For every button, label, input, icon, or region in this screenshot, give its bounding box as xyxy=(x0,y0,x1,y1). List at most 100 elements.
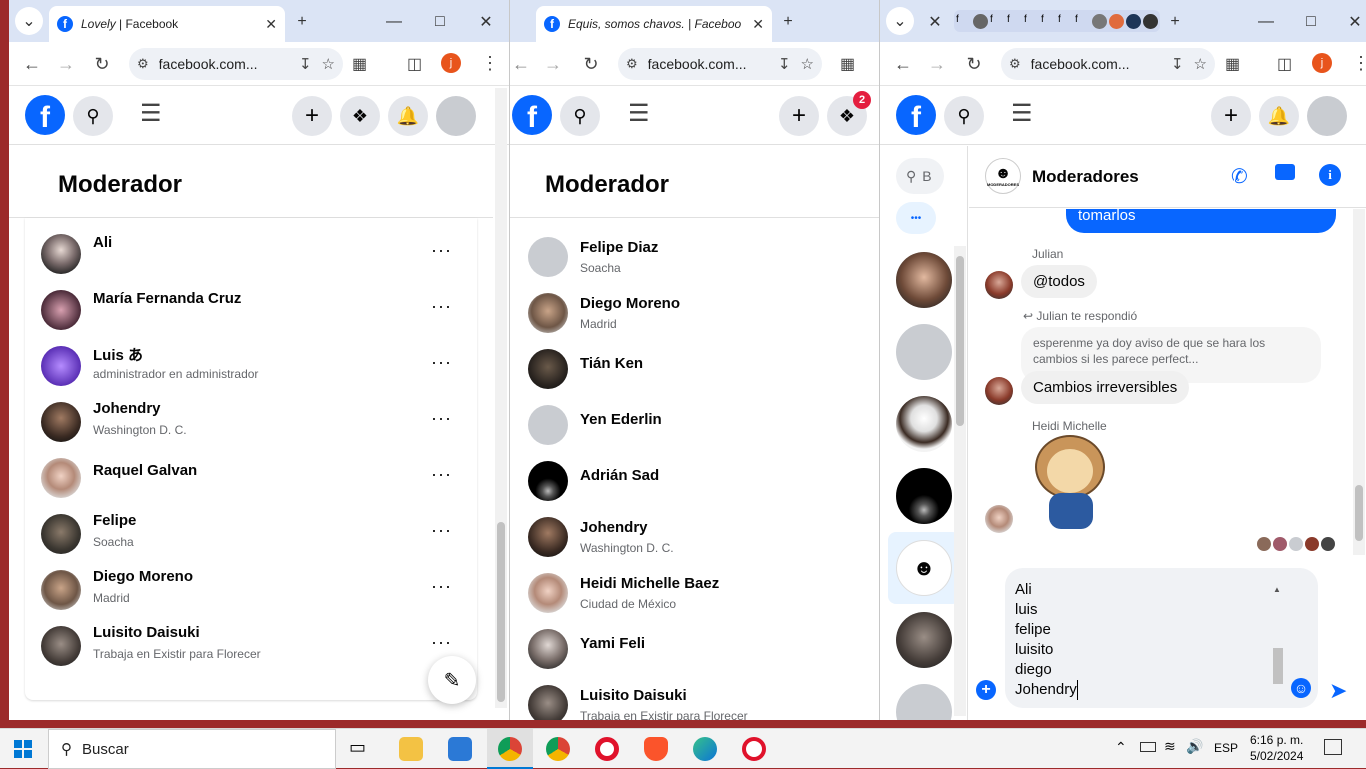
chat-avatar[interactable] xyxy=(896,612,952,668)
member-avatar[interactable] xyxy=(41,402,81,442)
sender-avatar[interactable] xyxy=(985,271,1013,299)
forward-icon[interactable]: → xyxy=(542,54,564,75)
input-scrollbar[interactable]: ▲ xyxy=(1273,580,1283,696)
member-name[interactable]: Felipe xyxy=(93,512,136,529)
facebook-favicon-icon[interactable]: f xyxy=(956,14,971,29)
chat-avatar[interactable] xyxy=(896,684,952,720)
member-avatar[interactable] xyxy=(528,629,568,669)
audio-call-icon[interactable]: ✆ xyxy=(1231,164,1248,189)
chat-avatar[interactable] xyxy=(896,252,952,308)
member-avatar[interactable] xyxy=(528,461,568,501)
member-row[interactable]: Johendry Washington D. C. xyxy=(528,517,878,567)
member-name[interactable]: Diego Moreno xyxy=(93,568,193,585)
member-name[interactable]: Felipe Diaz xyxy=(580,239,658,256)
close-tab-icon[interactable]: ✕ xyxy=(922,10,948,34)
close-window-button[interactable]: ✕ xyxy=(1342,10,1366,34)
close-tab-icon[interactable]: ✕ xyxy=(752,16,764,33)
more-options-icon[interactable]: ··· xyxy=(431,464,452,485)
store-icon[interactable] xyxy=(448,737,472,761)
more-chats-button[interactable]: ••• xyxy=(896,202,936,234)
facebook-favicon-icon[interactable]: f xyxy=(1058,14,1073,29)
network-icon[interactable]: ≋ xyxy=(1164,738,1176,755)
member-avatar[interactable] xyxy=(41,626,81,666)
globe-favicon-icon[interactable] xyxy=(1092,13,1107,29)
member-row[interactable]: Diego Moreno Madrid xyxy=(528,293,878,343)
opera-icon[interactable] xyxy=(595,737,619,761)
more-options-icon[interactable]: ··· xyxy=(431,576,452,597)
more-options-icon[interactable]: ··· xyxy=(431,352,452,373)
address-bar[interactable]: ⚙ facebook.com... ↧ ☆ xyxy=(129,48,343,80)
close-window-button[interactable]: ✕ xyxy=(473,10,499,34)
sender-avatar[interactable] xyxy=(985,505,1013,533)
member-name[interactable]: Luis あ xyxy=(93,344,143,365)
chrome-profile-icon[interactable] xyxy=(498,737,522,761)
video-call-icon[interactable] xyxy=(1275,164,1295,180)
menu-icon[interactable]: ⋮ xyxy=(481,53,499,74)
member-name[interactable]: Heidi Michelle Baez xyxy=(580,575,719,592)
scrollbar-thumb[interactable] xyxy=(1273,648,1283,684)
messenger-icon[interactable]: ❖ xyxy=(340,96,380,136)
member-avatar[interactable] xyxy=(41,514,81,554)
member-avatar[interactable] xyxy=(528,517,568,557)
task-view-icon[interactable]: ▭ xyxy=(349,737,373,761)
tab-favicon-icon[interactable] xyxy=(1126,13,1141,29)
member-name[interactable]: Ali xyxy=(93,234,112,251)
incoming-bubble[interactable]: @todos xyxy=(1021,265,1097,298)
account-avatar[interactable] xyxy=(1307,96,1347,136)
sender-avatar[interactable] xyxy=(985,377,1013,405)
menu-hamburger-icon[interactable]: ☰ xyxy=(140,99,162,128)
chat-avatar[interactable] xyxy=(896,324,952,380)
emoji-icon[interactable]: ☺ xyxy=(1291,678,1311,698)
member-name[interactable]: Luisito Daisuki xyxy=(580,687,687,704)
facebook-favicon-icon[interactable]: f xyxy=(1075,14,1090,29)
more-options-icon[interactable]: ··· xyxy=(431,296,452,317)
member-avatar[interactable] xyxy=(528,293,568,333)
member-row[interactable]: Raquel Galvan ··· xyxy=(41,458,461,508)
profile-avatar[interactable]: j xyxy=(441,53,461,73)
scrollbar-thumb[interactable] xyxy=(1355,485,1363,541)
facebook-logo[interactable]: f xyxy=(896,95,936,135)
tab-favicon-icon[interactable] xyxy=(1109,13,1124,29)
add-attachment-button[interactable]: + xyxy=(976,680,996,700)
address-bar[interactable]: ⚙ facebook.com... ↧ ☆ xyxy=(1001,48,1215,80)
member-name[interactable]: Yami Feli xyxy=(580,635,645,652)
taskbar-search[interactable]: ⚲ Buscar xyxy=(48,729,336,769)
member-avatar[interactable] xyxy=(41,234,81,274)
member-name[interactable]: Raquel Galvan xyxy=(93,462,197,479)
file-explorer-icon[interactable] xyxy=(399,737,423,761)
back-icon[interactable]: ← xyxy=(892,54,914,75)
tab-favicon-icon[interactable] xyxy=(1143,13,1158,29)
reload-icon[interactable]: ↻ xyxy=(91,54,113,75)
chrome-icon[interactable] xyxy=(546,737,570,761)
install-icon[interactable]: ↧ xyxy=(778,55,791,73)
battery-icon[interactable] xyxy=(1140,742,1156,752)
create-icon[interactable]: + xyxy=(1211,96,1251,136)
member-row[interactable]: María Fernanda Cruz ··· xyxy=(41,290,461,340)
notifications-icon[interactable]: 🔔 xyxy=(1259,96,1299,136)
group-avatar[interactable]: ☻ MODERADORES xyxy=(985,158,1021,194)
reload-icon[interactable]: ↻ xyxy=(963,54,985,75)
scrollbar-thumb[interactable] xyxy=(956,256,964,426)
create-icon[interactable]: + xyxy=(292,96,332,136)
bookmark-star-icon[interactable]: ☆ xyxy=(322,55,335,73)
member-name[interactable]: Adrián Sad xyxy=(580,467,659,484)
member-row[interactable]: Felipe Soacha ··· xyxy=(41,512,461,564)
back-icon[interactable]: ← xyxy=(21,54,43,75)
more-options-icon[interactable]: ··· xyxy=(431,408,452,429)
install-icon[interactable]: ↧ xyxy=(299,55,312,73)
facebook-logo[interactable]: f xyxy=(25,95,65,135)
chat-title[interactable]: Moderadores xyxy=(1032,167,1139,187)
tray-chevron-icon[interactable]: ⌃ xyxy=(1115,739,1127,756)
account-avatar[interactable] xyxy=(436,96,476,136)
site-info-icon[interactable]: ⚙ xyxy=(1009,56,1021,72)
search-icon[interactable]: ⚲ xyxy=(560,96,600,136)
forward-icon[interactable]: → xyxy=(926,54,948,75)
address-bar[interactable]: ⚙ facebook.com... ↧ ☆ xyxy=(618,48,822,80)
search-icon[interactable]: ⚲ xyxy=(944,96,984,136)
side-panel-icon[interactable]: ◫ xyxy=(1277,54,1292,74)
opera-gx-icon[interactable] xyxy=(742,737,766,761)
notifications-center-icon[interactable] xyxy=(1324,739,1342,755)
clock[interactable]: 6:16 p. m. 5/02/2024 xyxy=(1250,732,1303,764)
member-name[interactable]: Johendry xyxy=(93,400,161,417)
outgoing-bubble[interactable]: tomarlos xyxy=(1066,209,1336,233)
